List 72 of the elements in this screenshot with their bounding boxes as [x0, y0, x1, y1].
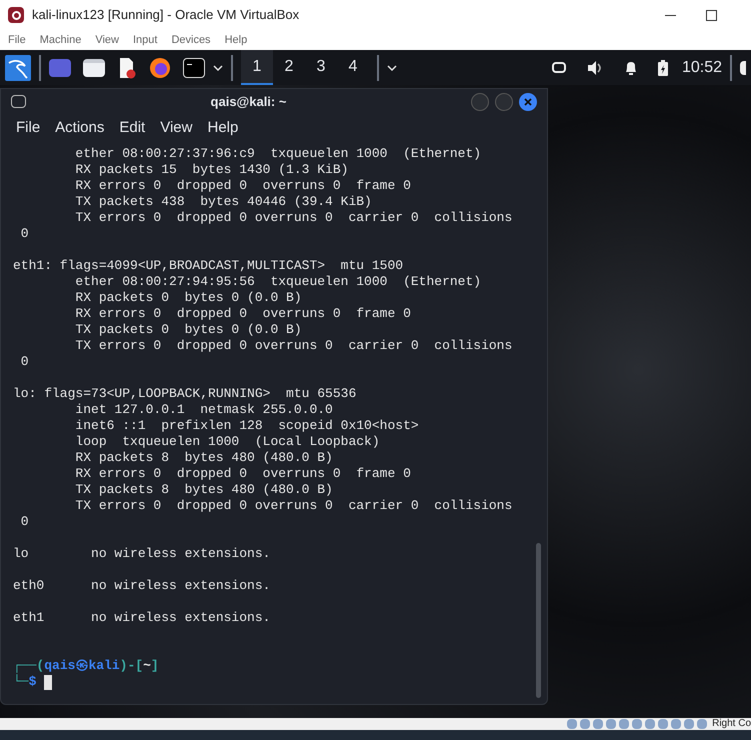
- menu-item[interactable]: File: [16, 117, 40, 140]
- terminal-icon: [11, 95, 26, 108]
- menu-item[interactable]: Machine: [40, 32, 82, 48]
- battery-icon[interactable]: [658, 60, 668, 76]
- workspace-tab[interactable]: 2: [273, 50, 305, 85]
- maximize-icon[interactable]: [706, 10, 717, 20]
- terminal-line: RX errors 0 dropped 0 overruns 0 frame 0: [74, 178, 411, 194]
- terminal-line: eth1 no wireless extensions.: [13, 610, 270, 626]
- terminal-title: qais@kali: ~: [210, 92, 286, 111]
- network-icon[interactable]: [552, 62, 566, 73]
- terminal-line: inet6 ::1 prefixlen 128 scopeid 0x10<host>: [74, 418, 419, 434]
- bell-icon[interactable]: [624, 60, 638, 76]
- terminal-line: lo no wireless extensions.: [13, 546, 270, 562]
- text-cursor: [44, 674, 52, 690]
- terminal-line: inet 127.0.0.1 netmask 255.0.0.0: [74, 402, 333, 418]
- menu-item[interactable]: Help: [224, 32, 248, 48]
- prompt-frame: └─: [13, 674, 29, 690]
- prompt-directory: ~: [143, 658, 151, 674]
- terminal-line: RX packets 0 bytes 0 (0.0 B): [74, 290, 302, 306]
- workspace-tab[interactable]: 4: [337, 50, 369, 85]
- browser-icon[interactable]: [149, 56, 171, 78]
- terminal-line: TX packets 438 bytes 40446 (39.4 KiB): [74, 194, 372, 210]
- terminal-line: TX errors 0 dropped 0 overruns 0 carrier 0 collisions: [74, 338, 512, 354]
- workspace-tab[interactable]: 3: [305, 50, 337, 85]
- prompt-frame: )-[: [120, 658, 144, 674]
- menu-item[interactable]: File: [8, 32, 26, 48]
- menu-item[interactable]: Edit: [119, 117, 146, 140]
- terminal-line: 0: [20, 514, 29, 530]
- terminal-line: eth0 no wireless extensions.: [13, 578, 270, 594]
- terminal-line: TX packets 8 bytes 480 (480.0 B): [74, 482, 333, 498]
- terminal-icon[interactable]: [183, 58, 205, 78]
- desktop-icon[interactable]: [49, 58, 71, 76]
- terminal-line: loop txqueuelen 1000 (Local Loopback): [74, 434, 380, 450]
- workspace-tab[interactable]: 1: [241, 50, 273, 85]
- prompt-symbol: ㉿: [75, 658, 88, 674]
- terminal-line: RX packets 15 bytes 1430 (1.3 KiB): [74, 162, 348, 178]
- terminal-line: eth1: flags=4099<UP,BROADCAST,MULTICAST> mtu 1500: [13, 258, 404, 274]
- prompt-user: qais: [44, 658, 76, 674]
- minimize-icon[interactable]: [665, 14, 676, 16]
- dragon-logo-icon[interactable]: [5, 54, 31, 80]
- terminal-line: 0: [20, 354, 29, 370]
- menu-item[interactable]: Devices: [171, 32, 211, 48]
- menu-item[interactable]: Help: [207, 117, 238, 140]
- window-title: kali-linux123 [Running] - Oracle VM VirtualBox: [32, 6, 300, 24]
- terminal-line: ether 08:00:27:37:96:c9 txqueuelen 1000 (Ethernet): [74, 146, 482, 162]
- terminal-line: lo: flags=73<UP,LOOPBACK,RUNNING> mtu 65536: [13, 386, 356, 402]
- host-key-text: Right Co: [712, 718, 751, 730]
- terminal-line: RX packets 8 bytes 480 (480.0 B): [74, 450, 333, 466]
- chevron-down-icon[interactable]: [387, 64, 397, 70]
- menu-item[interactable]: Actions: [55, 117, 104, 140]
- document-icon[interactable]: [117, 56, 137, 78]
- menu-item[interactable]: View: [160, 117, 192, 140]
- prompt-dollar: $: [28, 674, 36, 690]
- folder-icon[interactable]: [83, 58, 105, 76]
- menu-item[interactable]: Input: [132, 32, 158, 48]
- menu-item[interactable]: View: [95, 32, 119, 48]
- terminal-line: 0: [20, 226, 29, 242]
- close-button[interactable]: [519, 92, 537, 110]
- prompt-frame: ]: [150, 658, 159, 674]
- prompt-frame: ┌──(: [13, 658, 44, 674]
- terminal-line: TX errors 0 dropped 0 overruns 0 carrier 0 collisions: [74, 498, 512, 514]
- terminal-line: RX errors 0 dropped 0 overruns 0 frame 0: [74, 466, 411, 482]
- terminal-line: ether 08:00:27:94:95:56 txqueuelen 1000 (Ethernet): [74, 274, 482, 290]
- close-icon: [524, 98, 532, 106]
- terminal-line: RX errors 0 dropped 0 overruns 0 frame 0: [74, 306, 411, 322]
- clock-text[interactable]: 10:52: [682, 56, 722, 80]
- speaker-icon[interactable]: [586, 60, 604, 76]
- terminal-line: TX errors 0 dropped 0 overruns 0 carrier 0 collisions: [74, 210, 512, 226]
- chevron-down-icon[interactable]: [213, 64, 223, 70]
- prompt-host: kali: [88, 658, 120, 674]
- virtualbox-logo-icon: [8, 7, 24, 23]
- terminal-line: TX packets 0 bytes 0 (0.0 B): [74, 322, 302, 338]
